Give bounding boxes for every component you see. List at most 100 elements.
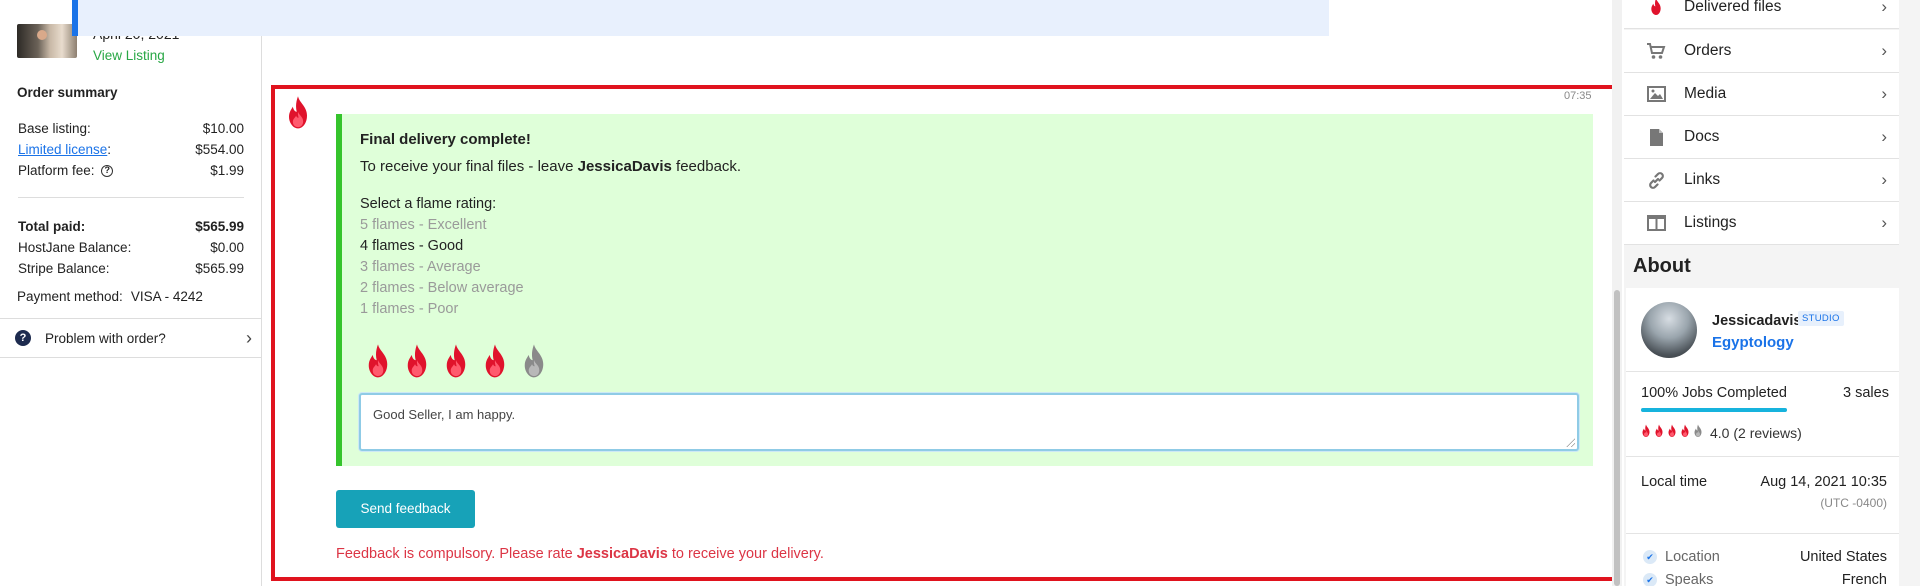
- menu-listings[interactable]: Listings ›: [1624, 202, 1899, 245]
- limited-license-link[interactable]: Limited license: [18, 142, 107, 157]
- document-icon: [1646, 128, 1666, 147]
- card-divider: [1626, 371, 1899, 372]
- menu-delivered-files[interactable]: Delivered files ›: [1624, 0, 1899, 29]
- send-feedback-button[interactable]: Send feedback: [336, 490, 475, 528]
- flame-rating-icon-4[interactable]: [479, 343, 511, 383]
- limited-license-row: Limited license: $554.00: [18, 142, 244, 157]
- view-listing-link[interactable]: View Listing: [93, 48, 179, 63]
- mini-flame-icon-1: [1640, 424, 1652, 441]
- chevron-right-icon: ›: [1881, 127, 1887, 146]
- jobs-progress-bar: [1641, 408, 1787, 412]
- chevron-right-icon: ›: [1881, 41, 1887, 60]
- about-title: About: [1633, 255, 1691, 277]
- desc-prefix: To receive your final files - leave: [360, 158, 578, 175]
- flame-rating-icon-5[interactable]: [518, 343, 550, 383]
- help-circle-icon[interactable]: ?: [101, 165, 114, 178]
- card-divider: [1626, 533, 1899, 534]
- warning-seller-name: JessicaDavis: [576, 546, 668, 562]
- location-label: Location: [1665, 549, 1720, 565]
- hostjane-balance-label: HostJane Balance:: [18, 240, 132, 255]
- question-icon: ?: [15, 330, 31, 346]
- local-time-value: Aug 14, 2021 10:35: [1760, 474, 1887, 490]
- payment-method-label: Payment method:: [17, 289, 123, 304]
- flame-avatar-icon: [282, 95, 314, 134]
- studio-badge: STUDIO: [1798, 311, 1844, 326]
- avatar[interactable]: [1641, 302, 1697, 358]
- platform-fee-value: $1.99: [210, 163, 244, 178]
- feedback-warning: Feedback is compulsory. Please rate Jess…: [336, 546, 824, 562]
- jobs-completed: 100% Jobs Completed: [1641, 385, 1787, 401]
- menu-label: Docs: [1684, 128, 1720, 145]
- menu-media[interactable]: Media ›: [1624, 73, 1899, 116]
- mini-flame-icon-5: [1692, 424, 1704, 441]
- scrollbar-thumb[interactable]: [1614, 290, 1620, 586]
- location-value: United States: [1799, 549, 1887, 565]
- warning-prefix: Feedback is compulsory. Please rate: [336, 546, 577, 562]
- location-row: ✔ Location United States: [1643, 549, 1887, 565]
- desc-suffix: feedback.: [671, 158, 742, 175]
- base-listing-row: Base listing: $10.00: [18, 121, 244, 136]
- stripe-balance-label: Stripe Balance:: [18, 261, 110, 276]
- total-paid-label: Total paid:: [18, 219, 86, 234]
- menu-label: Media: [1684, 85, 1727, 102]
- stripe-balance-value: $565.99: [195, 261, 244, 276]
- menu-links[interactable]: Links ›: [1624, 159, 1899, 202]
- local-time-label: Local time: [1641, 474, 1708, 490]
- menu-docs[interactable]: Docs ›: [1624, 116, 1899, 159]
- payment-method: Payment method: VISA - 4242: [17, 289, 203, 304]
- order-summary-title: Order summary: [17, 85, 118, 100]
- local-time-utc: (UTC -0400): [1820, 496, 1887, 510]
- profile-rating-flames: [1640, 424, 1705, 441]
- hostjane-balance-value: $0.00: [210, 240, 244, 255]
- image-icon: [1646, 86, 1666, 102]
- problem-with-order-button[interactable]: ? Problem with order? ›: [0, 318, 262, 358]
- profile-name[interactable]: Jessicadavis: [1712, 313, 1802, 329]
- rating-option-4[interactable]: 4 flames - Good: [360, 238, 463, 254]
- feedback-text: Good Seller, I am happy.: [373, 407, 516, 422]
- resize-handle-icon[interactable]: [1566, 438, 1575, 447]
- reviews-count[interactable]: 4.0 (2 reviews): [1710, 425, 1802, 441]
- flame-rating-icon-1[interactable]: [362, 343, 394, 383]
- flame-rating-icon-3[interactable]: [440, 343, 472, 383]
- total-paid-value: $565.99: [195, 219, 244, 234]
- speaks-label: Speaks: [1665, 572, 1714, 586]
- payment-method-value: VISA - 4242: [130, 289, 203, 304]
- limited-license-colon: :: [107, 142, 112, 157]
- base-listing-label: Base listing:: [18, 121, 91, 136]
- warning-suffix: to receive your delivery.: [667, 546, 824, 562]
- feedback-textarea[interactable]: Good Seller, I am happy.: [359, 393, 1579, 451]
- listing-thumbnail[interactable]: [17, 24, 77, 58]
- platform-fee-label: Platform fee:: [18, 163, 95, 178]
- message-timestamp: 07:35: [1564, 90, 1592, 102]
- rating-option-5[interactable]: 5 flames - Excellent: [360, 217, 487, 233]
- cart-icon: [1646, 42, 1666, 60]
- rating-option-2[interactable]: 2 flames - Below average: [360, 280, 524, 296]
- rating-option-3[interactable]: 3 flames - Average: [360, 259, 481, 275]
- mini-flame-icon-2: [1653, 424, 1665, 441]
- flame-icon: [1646, 0, 1666, 17]
- flame-rating-icon-2[interactable]: [401, 343, 433, 383]
- menu-label: Delivered files: [1684, 0, 1782, 15]
- link-icon: [1646, 171, 1666, 190]
- check-icon: ✔: [1643, 573, 1657, 586]
- hostjane-balance-row: HostJane Balance: $0.00: [18, 240, 244, 255]
- chevron-right-icon: ›: [1881, 213, 1887, 232]
- problem-with-order-label: Problem with order?: [45, 330, 166, 346]
- menu-label: Links: [1684, 171, 1721, 188]
- rating-option-1[interactable]: 1 flames - Poor: [360, 301, 458, 317]
- check-icon: ✔: [1643, 550, 1657, 564]
- flame-rating-selector[interactable]: [362, 343, 557, 383]
- previous-message: [72, 0, 1329, 36]
- summary-divider: [18, 197, 244, 198]
- delivery-description: To receive your final files - leave Jess…: [360, 158, 741, 175]
- jobs-progress-fill: [1641, 408, 1787, 412]
- mini-flame-icon-3: [1666, 424, 1678, 441]
- chevron-right-icon: ›: [1881, 84, 1887, 103]
- chevron-right-icon: ›: [1881, 0, 1887, 16]
- menu-orders[interactable]: Orders ›: [1624, 30, 1899, 73]
- chevron-right-icon: ›: [246, 327, 252, 348]
- order-panel: April 20, 2021 View Listing Order summar…: [0, 0, 262, 586]
- total-paid-row: Total paid: $565.99: [18, 219, 244, 234]
- profile-category-link[interactable]: Egyptology: [1712, 334, 1794, 351]
- card-divider: [1626, 456, 1899, 457]
